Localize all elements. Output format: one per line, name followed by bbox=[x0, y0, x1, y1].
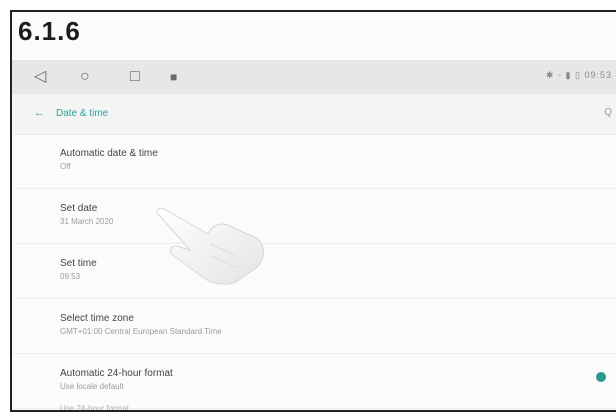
setting-subtitle: GMT+01:00 Central European Standard Time bbox=[60, 327, 222, 336]
recent-apps-icon[interactable]: □ bbox=[130, 68, 140, 86]
setting-row-set-date[interactable]: Set date 31 March 2020 bbox=[12, 189, 616, 244]
setting-row-time-zone[interactable]: Select time zone GMT+01:00 Central Europ… bbox=[12, 299, 616, 354]
toggle-switch[interactable] bbox=[596, 372, 606, 382]
step-label: 6.1.6 bbox=[18, 16, 81, 46]
home-icon[interactable]: ○ bbox=[80, 68, 90, 86]
settings-header: ← Date & time Q bbox=[12, 94, 616, 135]
setting-title: Set date bbox=[60, 203, 98, 214]
search-icon[interactable]: Q bbox=[604, 107, 612, 118]
notification-icon: ■ bbox=[170, 70, 178, 84]
setting-title: Automatic 24-hour format bbox=[60, 368, 173, 379]
setting-subtitle: Use locale default bbox=[60, 382, 124, 391]
pointing-hand-icon bbox=[156, 207, 264, 285]
setting-row-set-time[interactable]: Set time 09:53 bbox=[12, 244, 616, 299]
setting-title: Automatic date & time bbox=[60, 148, 158, 159]
settings-list: Automatic date & time Off Set date 31 Ma… bbox=[12, 134, 616, 409]
screenshot-frame: 6.1.6 ◁ ○ □ ■ ✱ ◦ ▮ ▯ 09:53 ← Date & tim… bbox=[10, 10, 616, 412]
setting-title: Set time bbox=[60, 258, 97, 269]
status-bar: ✱ ◦ ▮ ▯ 09:53 bbox=[545, 70, 612, 80]
page-title: Date & time bbox=[56, 108, 109, 119]
system-nav-bar: ◁ ○ □ ■ ✱ ◦ ▮ ▯ 09:53 bbox=[12, 60, 616, 95]
setting-subtitle: 31 March 2020 bbox=[60, 217, 114, 226]
setting-subtitle: 09:53 bbox=[60, 272, 81, 281]
setting-title: Select time zone bbox=[60, 313, 134, 324]
back-icon[interactable]: ◁ bbox=[34, 68, 46, 86]
setting-row-24-hour-format[interactable]: Automatic 24-hour format Use locale defa… bbox=[12, 354, 616, 409]
setting-row-automatic-date-time[interactable]: Automatic date & time Off bbox=[12, 134, 616, 189]
back-arrow-icon[interactable]: ← bbox=[34, 107, 45, 119]
setting-row-partial: Use 24-hour format bbox=[60, 404, 129, 412]
setting-subtitle: Off bbox=[60, 162, 71, 171]
